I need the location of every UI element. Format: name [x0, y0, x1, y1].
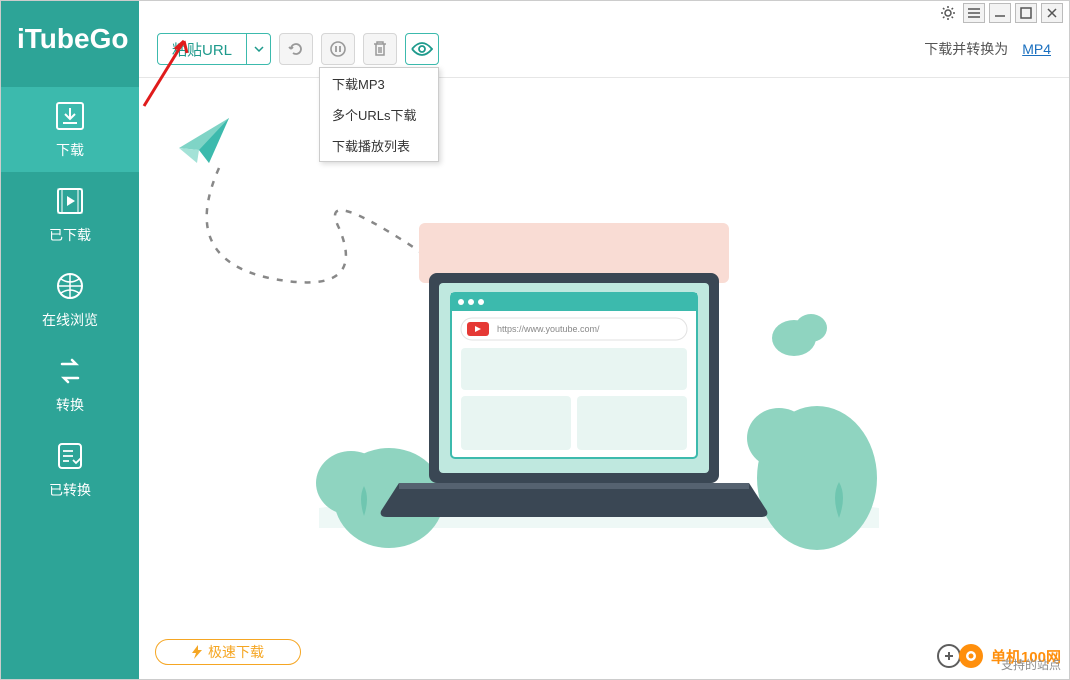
maximize-button[interactable] — [1015, 3, 1037, 23]
convert-label: 下载并转换为 — [924, 39, 1008, 59]
toolbar: 粘贴URL 下载并转换为 MP4 下载MP3 — [139, 25, 1069, 78]
undo-button[interactable] — [279, 33, 313, 65]
footer: 极速下载 单机100网 支持的站点 — [139, 629, 1069, 679]
settings-button[interactable] — [937, 3, 959, 23]
paste-dropdown-menu: 下载MP3 多个URLs下载 下载播放列表 — [319, 67, 439, 162]
sidebar-item-downloaded[interactable]: 已下载 — [1, 172, 139, 257]
bolt-icon — [192, 645, 202, 659]
dropdown-item-mp3[interactable]: 下载MP3 — [320, 68, 438, 99]
convert-icon — [53, 356, 87, 389]
main-panel: 粘贴URL 下载并转换为 MP4 下载MP3 — [139, 1, 1069, 679]
paste-dropdown-toggle[interactable] — [246, 34, 270, 64]
gear-icon — [940, 5, 956, 21]
pause-button[interactable] — [321, 33, 355, 65]
delete-button[interactable] — [363, 33, 397, 65]
paste-url-button[interactable]: 粘贴URL — [158, 34, 246, 64]
trash-icon — [372, 40, 388, 58]
watermark: 单机100网 支持的站点 — [937, 641, 1061, 671]
sidebar-item-converted[interactable]: 已转换 — [1, 427, 139, 512]
sidebar-item-browse[interactable]: 在线浏览 — [1, 257, 139, 342]
turbo-download-button[interactable]: 极速下载 — [155, 639, 301, 665]
download-icon — [53, 101, 87, 134]
checklist-icon — [53, 441, 87, 474]
watermark-logo-icon — [937, 641, 985, 671]
preview-button[interactable] — [405, 33, 439, 65]
close-icon — [1046, 7, 1058, 19]
watermark-sub: 支持的站点 — [1001, 656, 1061, 673]
paste-url-button-group: 粘贴URL — [157, 33, 271, 65]
dropdown-item-playlist[interactable]: 下载播放列表 — [320, 130, 438, 161]
globe-icon — [53, 271, 87, 304]
close-button[interactable] — [1041, 3, 1063, 23]
sidebar: iTubeGo 下载 已下载 在线浏览 — [1, 1, 139, 679]
empty-illustration: https://www.youtube.com/ — [139, 78, 1069, 629]
eye-icon — [411, 42, 433, 56]
sidebar-item-label: 转换 — [56, 395, 84, 415]
video-file-icon — [53, 186, 87, 219]
titlebar — [139, 1, 1069, 25]
illustration-url: https://www.youtube.com/ — [497, 324, 600, 334]
maximize-icon — [1020, 7, 1032, 19]
convert-format-link[interactable]: MP4 — [1022, 41, 1051, 57]
sidebar-item-label: 已转换 — [49, 480, 91, 500]
undo-icon — [287, 40, 305, 58]
app-window: iTubeGo 下载 已下载 在线浏览 — [0, 0, 1070, 680]
app-brand: iTubeGo — [1, 1, 139, 87]
chevron-down-icon — [254, 46, 264, 52]
menu-button[interactable] — [963, 3, 985, 23]
nav-list: 下载 已下载 在线浏览 转换 — [1, 87, 139, 512]
sidebar-item-label: 下载 — [56, 140, 84, 160]
turbo-label: 极速下载 — [208, 642, 264, 662]
sidebar-item-label: 已下载 — [49, 225, 91, 245]
pause-icon — [329, 40, 347, 58]
menu-icon — [968, 8, 980, 18]
minimize-icon — [994, 7, 1006, 19]
sidebar-item-label: 在线浏览 — [42, 310, 98, 330]
sidebar-item-convert[interactable]: 转换 — [1, 342, 139, 427]
minimize-button[interactable] — [989, 3, 1011, 23]
dropdown-item-multi[interactable]: 多个URLs下载 — [320, 99, 438, 130]
sidebar-item-download[interactable]: 下载 — [1, 87, 139, 172]
